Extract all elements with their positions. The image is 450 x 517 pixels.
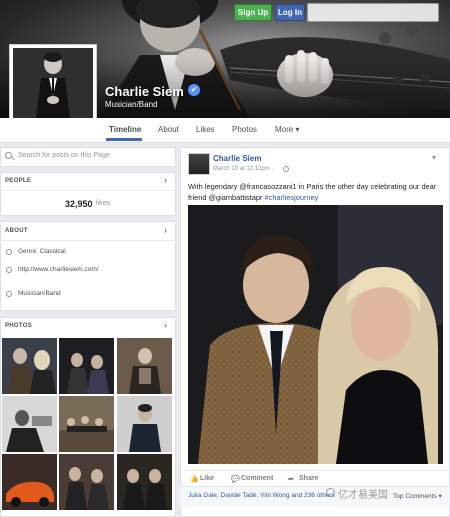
hashtag-link[interactable]: #charliesjourney [265, 193, 319, 202]
globe-icon [283, 166, 289, 172]
photo-thumbnail[interactable] [2, 396, 57, 452]
photo-thumbnail[interactable] [2, 338, 57, 394]
tab-photos[interactable]: Photos [232, 125, 257, 134]
about-website-link[interactable]: http://www.charliesiem.com/ [18, 266, 99, 273]
page-title[interactable]: Charlie Siem [105, 84, 184, 99]
post-photo[interactable] [188, 205, 443, 464]
tab-about[interactable]: About [158, 125, 179, 134]
log-in-button[interactable]: Log In [275, 4, 305, 21]
photo-thumbnail[interactable] [117, 338, 172, 394]
photo-thumbnail[interactable] [2, 454, 57, 510]
divider [0, 240, 176, 241]
photo-thumbnail[interactable] [117, 396, 172, 452]
divider [0, 190, 176, 191]
profile-portrait-illustration [13, 48, 93, 126]
verified-badge-icon: ✔ [188, 84, 200, 96]
about-heading[interactable]: ABOUT [5, 228, 28, 234]
post-timestamp[interactable]: March 10 at 12:12pm · [213, 166, 273, 172]
page-category: Musician/Band [105, 100, 158, 109]
about-category[interactable]: Musician/Band [18, 290, 61, 297]
reactions-summary[interactable]: Julia Gale, Davide Tadè, Vini Wong and 2… [188, 492, 335, 499]
active-tab-indicator [106, 138, 142, 141]
comment-button[interactable]: Comment [241, 475, 273, 482]
divider [185, 470, 447, 471]
photo-thumbnail[interactable] [59, 396, 114, 452]
likes-count: 32,950 [65, 199, 93, 209]
top-search-box[interactable] [307, 3, 439, 22]
tab-likes[interactable]: Likes [196, 125, 215, 134]
chevron-right-icon[interactable]: › [164, 225, 167, 235]
like-button[interactable]: Like [200, 475, 214, 482]
chevron-right-icon[interactable]: › [164, 175, 167, 185]
watermark-logo-icon [326, 488, 335, 497]
post-author-name[interactable]: Charlie Siem [213, 154, 261, 163]
post-photo-illustration [188, 205, 443, 464]
post-author-avatar[interactable] [188, 153, 210, 175]
thumbs-up-icon[interactable]: 👍 [190, 475, 199, 483]
comment-icon[interactable]: 💬 [231, 475, 240, 483]
likes-suffix: likes [96, 200, 111, 207]
tab-more[interactable]: More ▾ [275, 125, 299, 134]
people-heading[interactable]: PEOPLE [5, 178, 31, 184]
photo-thumbnail[interactable] [117, 454, 172, 510]
chevron-down-icon[interactable]: ▾ [432, 153, 436, 162]
tab-timeline[interactable]: Timeline [109, 125, 141, 134]
post-text: With legendary @francasozzani1 in Paris … [188, 181, 443, 203]
share-icon[interactable]: ➦ [288, 475, 294, 483]
category-icon [6, 291, 12, 297]
top-comments-dropdown[interactable]: Top Comments ▾ [393, 492, 442, 500]
photos-heading[interactable]: PHOTOS [5, 323, 32, 329]
photo-thumbnail[interactable] [59, 338, 114, 394]
page-tab-bar [0, 118, 450, 143]
photo-thumbnail[interactable] [59, 454, 114, 510]
search-input[interactable]: Search for posts on this Page [18, 152, 110, 159]
music-note-icon [6, 249, 12, 255]
chevron-right-icon[interactable]: › [164, 320, 167, 330]
about-genre: Genre: Classical [18, 248, 66, 255]
watermark: 亿才易美国 [338, 490, 388, 501]
sign-up-button[interactable]: Sign Up [234, 4, 272, 21]
share-button[interactable]: Share [299, 475, 318, 482]
globe-icon [6, 267, 12, 273]
